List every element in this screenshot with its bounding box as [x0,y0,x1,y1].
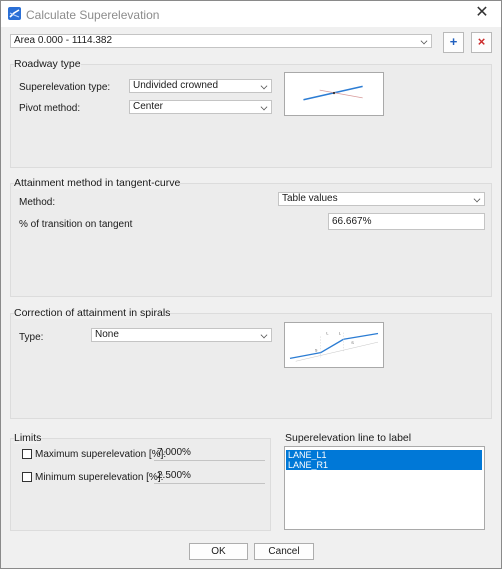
correction-title: Correction of attainment in spirals [14,307,171,319]
min-superelevation-checkbox[interactable] [22,472,32,482]
correction-type-label: Type: [19,332,44,343]
spiral-preview-diagram: L L S S [284,322,384,368]
min-superelevation-label: Minimum superelevation [%]: [35,472,164,483]
list-item[interactable]: LANE_R1 [286,460,482,470]
roadway-preview-diagram [284,72,384,116]
diagram-label-s1: S [315,349,318,353]
list-item[interactable]: LANE_L1 [286,450,482,460]
window-title: Calculate Superelevation [26,8,160,22]
cancel-button[interactable]: Cancel [254,543,314,560]
max-superelevation-checkbox[interactable] [22,449,32,459]
superelevation-type-value: Undivided crowned [133,80,219,91]
diagram-label-l2: L [339,331,341,335]
remove-area-button[interactable]: × [471,32,492,53]
superelevation-app-icon [8,7,21,20]
transition-input[interactable]: 66.667% [328,213,485,230]
superelevation-type-label: Superelevation type: [19,82,111,93]
pivot-method-label: Pivot method: [19,103,81,114]
label-lines-list[interactable]: LANE_L1 LANE_R1 [284,446,485,530]
area-select[interactable]: Area 0.000 - 1114.382 [10,34,432,48]
chevron-down-icon [260,82,268,90]
roadway-type-title: Roadway type [14,58,81,70]
correction-type-value: None [95,329,119,340]
chevron-down-icon [260,331,268,339]
dialog-window: Calculate Superelevation ✕ Area 0.000 - … [0,0,502,569]
transition-label: % of transition on tangent [19,219,133,230]
ok-button[interactable]: OK [189,543,248,560]
attainment-method-label: Method: [19,197,56,208]
limits-title: Limits [14,432,42,444]
attainment-method-value: Table values [282,193,338,204]
pivot-method-value: Center [133,101,164,112]
area-select-value: Area 0.000 - 1114.382 [14,35,113,46]
add-area-button[interactable]: + [443,32,464,53]
max-superelevation-label: Maximum superelevation [%]: [35,449,167,460]
chevron-down-icon [473,195,481,203]
close-icon[interactable]: ✕ [473,4,491,22]
label-lines-title: Superelevation line to label [285,432,412,444]
max-superelevation-value: 7.000% [154,447,265,461]
diagram-label-l1: L [326,331,328,335]
min-superelevation-value: 2.500% [154,470,265,484]
attainment-method-select[interactable]: Table values [278,192,485,206]
attainment-title: Attainment method in tangent-curve [14,177,181,189]
correction-type-select[interactable]: None [91,328,272,342]
chevron-down-icon [260,103,268,111]
pivot-method-select[interactable]: Center [129,100,272,114]
title-bar: Calculate Superelevation ✕ [1,1,501,27]
chevron-down-icon [420,37,428,45]
diagram-label-s2: S [351,341,354,345]
superelevation-type-select[interactable]: Undivided crowned [129,79,272,93]
